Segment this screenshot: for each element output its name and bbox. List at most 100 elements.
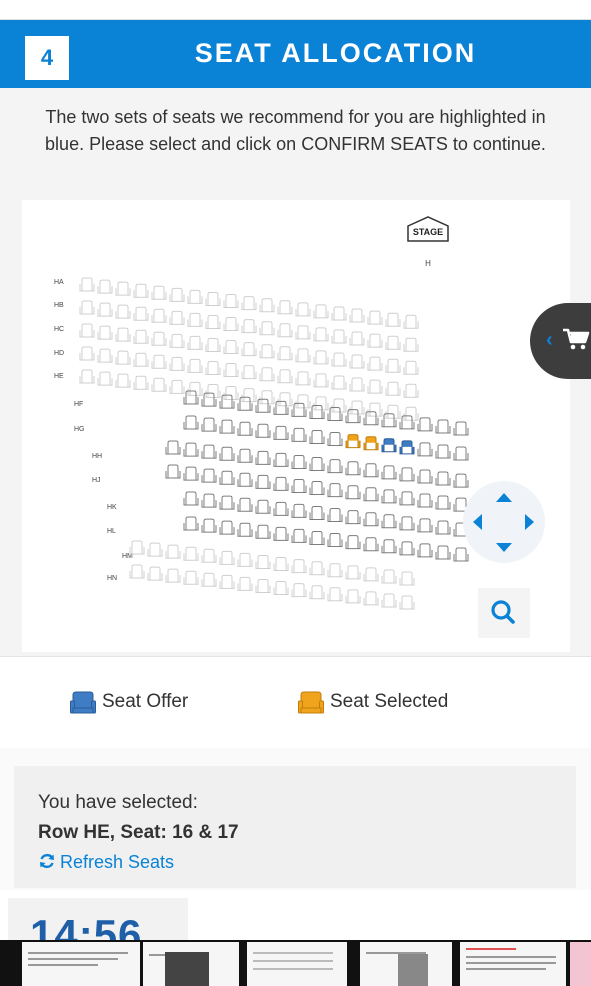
seat[interactable]	[237, 396, 253, 411]
seat[interactable]	[183, 466, 199, 481]
arrow-down-icon[interactable]	[496, 543, 512, 552]
seat[interactable]	[273, 400, 289, 415]
seat[interactable]	[309, 481, 325, 496]
seat[interactable]	[219, 419, 235, 434]
thumbnail-4[interactable]	[360, 942, 452, 986]
seat[interactable]	[291, 402, 307, 417]
seat[interactable]	[219, 446, 235, 461]
seat[interactable]	[327, 533, 343, 548]
seat[interactable]	[255, 450, 271, 465]
seat[interactable]	[219, 495, 235, 510]
arrow-left-icon[interactable]	[473, 514, 482, 530]
seat[interactable]	[183, 491, 199, 506]
seat[interactable]	[273, 501, 289, 516]
seat[interactable]	[363, 436, 379, 451]
seat[interactable]	[165, 464, 181, 479]
seat[interactable]	[291, 528, 307, 543]
seat[interactable]	[273, 452, 289, 467]
seat-map-canvas[interactable]: STAGE H HAHBHCHDHEHFHGHHHJHKHLHMHN	[22, 200, 570, 652]
seat[interactable]	[183, 516, 199, 531]
seat[interactable]	[417, 493, 433, 508]
seat[interactable]	[327, 432, 343, 447]
seat[interactable]	[219, 394, 235, 409]
seat[interactable]	[273, 476, 289, 491]
seat[interactable]	[201, 417, 217, 432]
seat[interactable]	[327, 508, 343, 523]
seat[interactable]	[417, 543, 433, 558]
seat[interactable]	[291, 503, 307, 518]
seat[interactable]	[381, 539, 397, 554]
seat[interactable]	[327, 407, 343, 422]
seat[interactable]	[255, 499, 271, 514]
seat[interactable]	[345, 434, 361, 449]
thumbnail-6[interactable]	[570, 942, 591, 986]
seat[interactable]	[435, 545, 451, 560]
arrow-right-icon[interactable]	[525, 514, 534, 530]
seat[interactable]	[237, 421, 253, 436]
seat[interactable]	[399, 467, 415, 482]
seat[interactable]	[237, 448, 253, 463]
seat[interactable]	[291, 478, 307, 493]
seat[interactable]	[291, 427, 307, 442]
seat[interactable]	[399, 516, 415, 531]
seat[interactable]	[417, 469, 433, 484]
seat[interactable]	[219, 470, 235, 485]
seat[interactable]	[255, 398, 271, 413]
seat[interactable]	[381, 489, 397, 504]
seat[interactable]	[201, 392, 217, 407]
seat[interactable]	[399, 415, 415, 430]
seat[interactable]	[399, 440, 415, 455]
thumbnail-3[interactable]	[247, 942, 347, 986]
seat[interactable]	[435, 444, 451, 459]
seat[interactable]	[417, 518, 433, 533]
thumbnail-2[interactable]	[143, 942, 239, 986]
seat[interactable]	[399, 541, 415, 556]
zoom-button[interactable]	[478, 588, 530, 638]
seat[interactable]	[291, 454, 307, 469]
seat[interactable]	[435, 419, 451, 434]
seat[interactable]	[363, 537, 379, 552]
seat[interactable]	[327, 483, 343, 498]
seat[interactable]	[255, 524, 271, 539]
seat[interactable]	[309, 457, 325, 472]
seat[interactable]	[345, 409, 361, 424]
thumbnail-5[interactable]	[460, 942, 566, 986]
seat[interactable]	[255, 474, 271, 489]
seat[interactable]	[201, 493, 217, 508]
seat[interactable]	[309, 505, 325, 520]
seat[interactable]	[453, 446, 469, 461]
arrow-up-icon[interactable]	[496, 493, 512, 502]
seat[interactable]	[255, 423, 271, 438]
seat[interactable]	[345, 510, 361, 525]
seat[interactable]	[435, 520, 451, 535]
seat[interactable]	[453, 421, 469, 436]
seat[interactable]	[201, 518, 217, 533]
seat[interactable]	[399, 491, 415, 506]
seat[interactable]	[165, 440, 181, 455]
seat[interactable]	[363, 463, 379, 478]
seat[interactable]	[345, 485, 361, 500]
seat[interactable]	[381, 413, 397, 428]
seat[interactable]	[327, 459, 343, 474]
seat[interactable]	[309, 530, 325, 545]
seat[interactable]	[309, 429, 325, 444]
seat[interactable]	[381, 465, 397, 480]
seat[interactable]	[453, 473, 469, 488]
seat[interactable]	[183, 442, 199, 457]
seat[interactable]	[201, 444, 217, 459]
seat[interactable]	[381, 514, 397, 529]
seat[interactable]	[273, 425, 289, 440]
seat[interactable]	[219, 520, 235, 535]
seat[interactable]	[201, 468, 217, 483]
seat[interactable]	[381, 438, 397, 453]
seat[interactable]	[363, 487, 379, 502]
thumbnail-1[interactable]	[22, 942, 140, 986]
seat[interactable]	[435, 495, 451, 510]
seat[interactable]	[363, 411, 379, 426]
seat[interactable]	[309, 404, 325, 419]
seat[interactable]	[273, 526, 289, 541]
seat[interactable]	[363, 512, 379, 527]
seat[interactable]	[237, 472, 253, 487]
seat[interactable]	[435, 471, 451, 486]
seat[interactable]	[237, 522, 253, 537]
